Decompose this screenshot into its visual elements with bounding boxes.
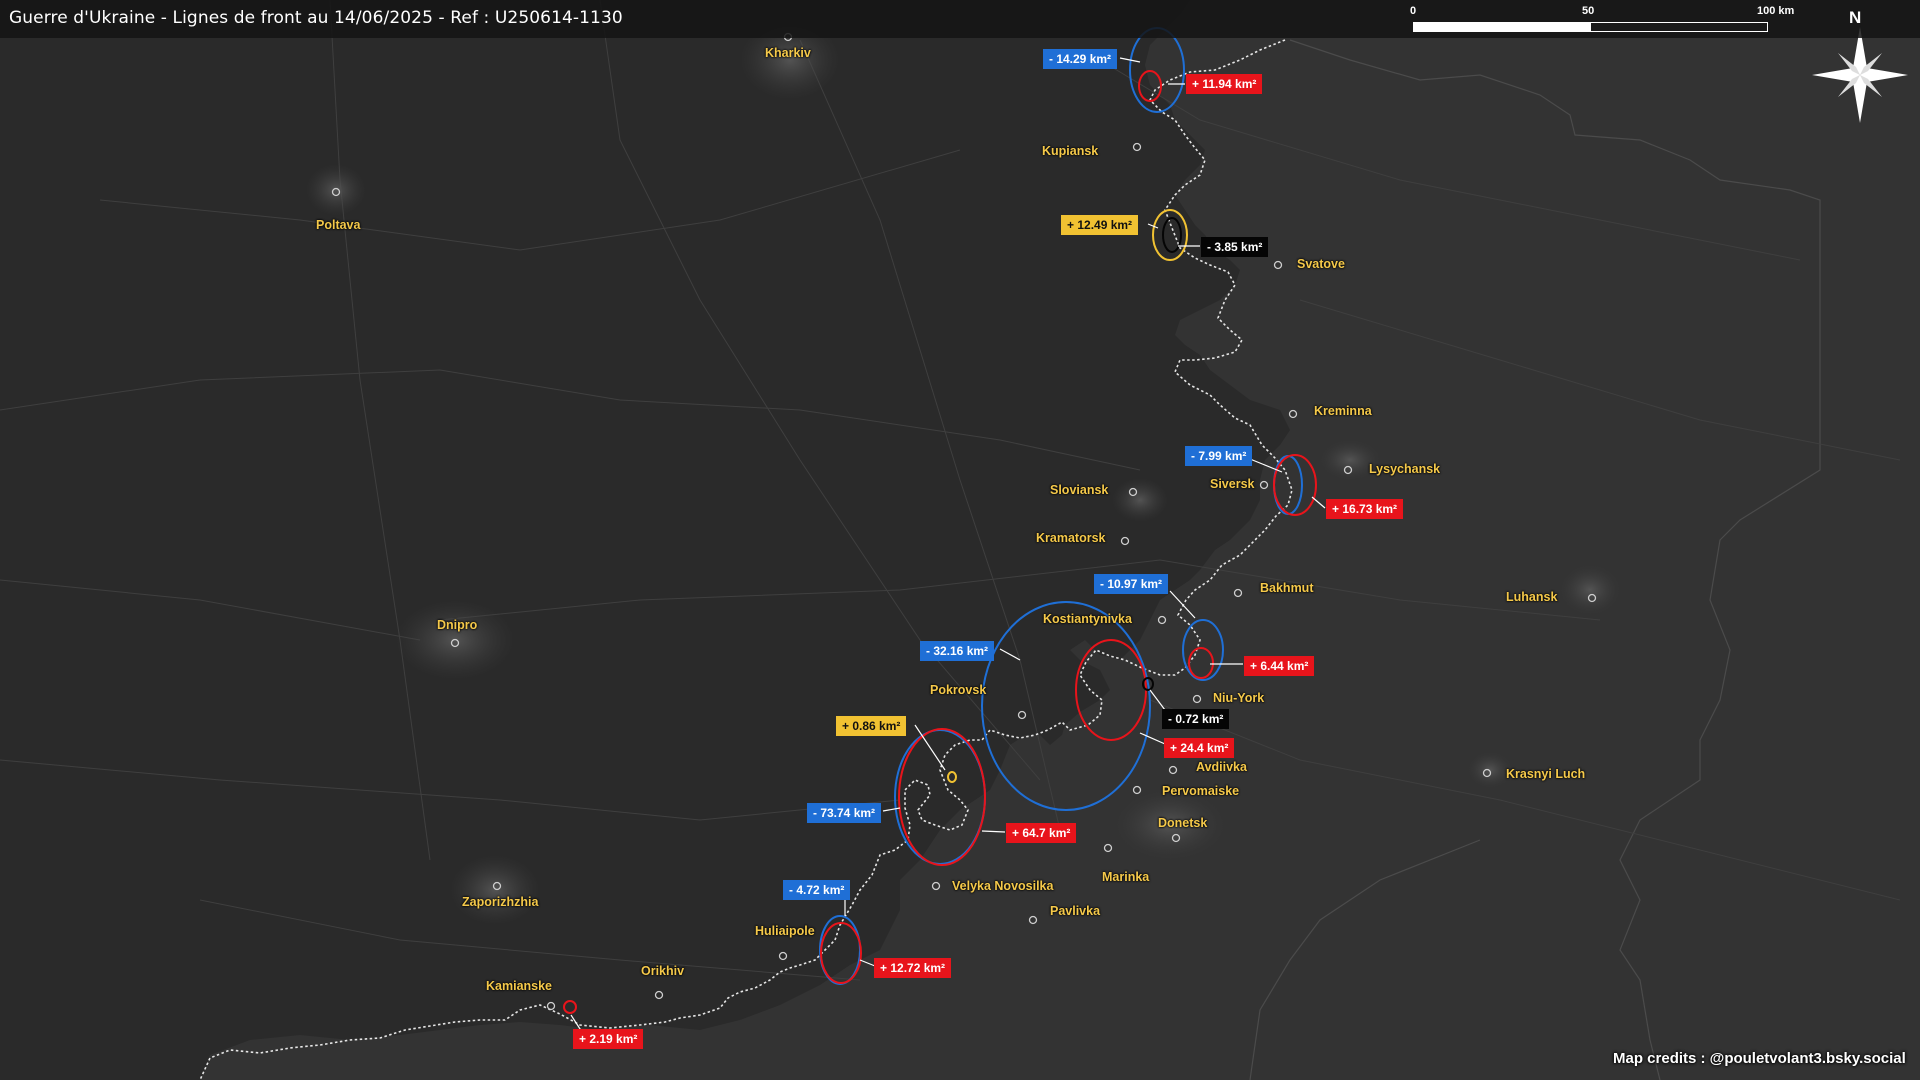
badge-svatove-yellow[interactable]: + 12.49 km² [1061,215,1139,235]
badge-huliaipole-loss[interactable]: - 4.72 km² [783,880,851,900]
badge-kupiansk-gain[interactable]: + 11.94 km² [1186,74,1263,94]
city-label-lysychansk: Lysychansk [1369,462,1441,476]
scale-label-0: 0 [1410,5,1417,17]
scale-segment-2 [1590,22,1768,32]
city-label-kupiansk: Kupiansk [1042,144,1099,158]
scale-bar [1413,22,1768,32]
city-label-krasnyi-luch: Krasnyi Luch [1506,767,1586,781]
badge-svatove-black[interactable]: - 3.85 km² [1201,237,1269,257]
city-label-kharkiv: Kharkiv [765,46,811,60]
city-label-zaporizhzhia: Zaporizhzhia [462,895,539,909]
city-label-sloviansk: Sloviansk [1050,483,1109,497]
city-label-kramatorsk: Kramatorsk [1036,531,1106,545]
badge-niuyork-black[interactable]: - 0.72 km² [1162,709,1230,729]
city-label-kreminna: Kreminna [1314,404,1372,418]
map-title: Guerre d'Ukraine - Lignes de front au 14… [9,8,623,28]
city-label-dnipro: Dnipro [437,618,478,632]
city-label-huliaipole: Huliaipole [755,924,815,938]
city-label-svatove: Svatove [1297,257,1345,271]
city-label-kostiantynivka: Kostiantynivka [1043,612,1132,626]
badge-siversk-gain[interactable]: + 16.73 km² [1326,499,1404,519]
north-label: N [1849,8,1862,27]
city-label-kamianske: Kamianske [486,979,553,993]
badge-kamianske-gain[interactable]: + 2.19 km² [573,1029,644,1049]
city-label-avdiivka: Avdiivka [1196,760,1247,774]
badge-pokrovsk-loss[interactable]: - 32.16 km² [920,641,995,661]
map-canvas[interactable] [0,0,1920,1080]
city-label-pokrovsk: Pokrovsk [930,683,987,697]
scale-segment-1 [1413,22,1590,32]
badge-kupiansk-loss[interactable]: - 14.29 km² [1043,49,1118,69]
city-label-velyka-novosilka: Velyka Novosilka [952,879,1054,893]
city-label-poltava: Poltava [316,218,361,232]
badge-vn-gain[interactable]: + 64.7 km² [1006,823,1077,843]
city-label-siversk: Siversk [1210,477,1255,491]
city-label-luhansk: Luhansk [1506,590,1558,604]
scale-label-50: 50 [1582,5,1595,17]
badge-huliaipole-gain[interactable]: + 12.72 km² [874,958,952,978]
city-label-pavlivka: Pavlivka [1050,904,1101,918]
city-label-orikhiv: Orikhiv [641,964,685,978]
badge-bakhmut-gain[interactable]: + 6.44 km² [1244,656,1315,676]
city-label-donetsk: Donetsk [1158,816,1208,830]
badge-vn-yellow[interactable]: + 0.86 km² [836,716,907,736]
badge-siversk-loss[interactable]: - 7.99 km² [1185,446,1253,466]
city-label-pervomaiske: Pervomaiske [1162,784,1240,798]
city-label-marinka: Marinka [1102,870,1150,884]
badge-vn-loss[interactable]: - 73.74 km² [807,803,882,823]
map-credits: Map credits : @pouletvolant3.bsky.social [1613,1050,1906,1067]
scale-label-100: 100 km [1757,5,1795,17]
badge-pokrovsk-gain[interactable]: + 24.4 km² [1164,738,1235,758]
city-label-niu-york: Niu-York [1213,691,1265,705]
city-label-bakhmut: Bakhmut [1260,581,1314,595]
title-bar: Guerre d'Ukraine - Lignes de front au 14… [0,0,1920,38]
badge-bakhmut-loss[interactable]: - 10.97 km² [1094,574,1169,594]
